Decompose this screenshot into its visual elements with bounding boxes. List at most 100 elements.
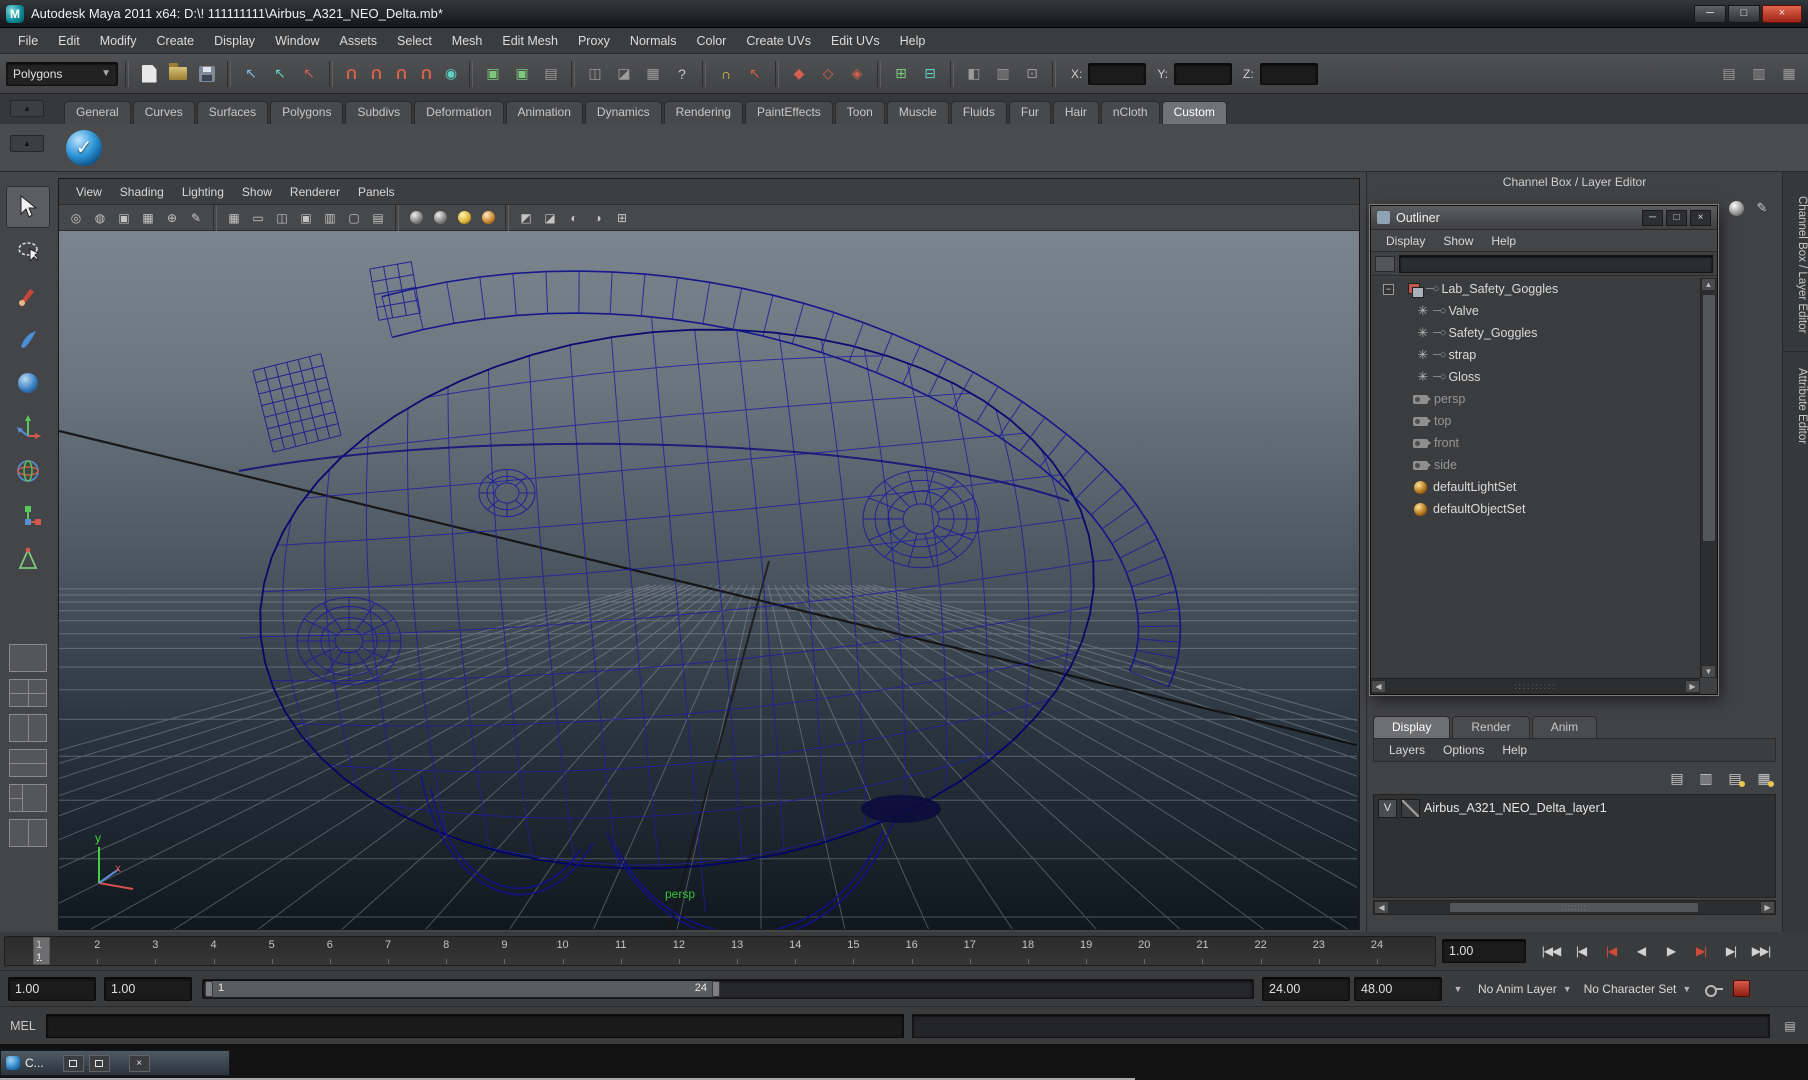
select-object-icon[interactable]: ↖ — [267, 61, 293, 87]
lasso-tool[interactable] — [6, 230, 50, 272]
menu-window[interactable]: Window — [265, 34, 329, 48]
render-view-icon[interactable]: ◫ — [582, 61, 608, 87]
playback-end-field[interactable]: 24.00 — [1262, 976, 1350, 1001]
shelf-tab-custom[interactable]: Custom — [1161, 101, 1227, 124]
shelf-tab-general[interactable]: General — [64, 101, 131, 124]
layer-menu-options[interactable]: Options — [1434, 743, 1493, 757]
viewport-canvas[interactable]: persp y x — [59, 231, 1359, 929]
resolution-gate-icon[interactable]: ◫ — [271, 208, 293, 228]
layout-two-pane-side-button[interactable] — [9, 714, 47, 742]
shelf-tab-hair[interactable]: Hair — [1052, 101, 1099, 124]
close-button[interactable]: × — [1762, 4, 1802, 23]
layer-menu-layers[interactable]: Layers — [1380, 743, 1434, 757]
shelf-tab-subdivs[interactable]: Subdivs — [345, 101, 413, 124]
animation-end-field[interactable]: 48.00 — [1354, 976, 1442, 1001]
shelf-tab-fluids[interactable]: Fluids — [950, 101, 1007, 124]
outliner-titlebar[interactable]: Outliner ─ □ × — [1371, 206, 1717, 230]
viewport-menu-panels[interactable]: Panels — [349, 185, 404, 199]
select-tool[interactable] — [6, 186, 50, 228]
scrollbar-thumb[interactable]: :::::::::: — [1386, 682, 1685, 691]
command-line-input[interactable] — [46, 1013, 904, 1038]
time-slider[interactable]: 1 1 2 3 4 5 6 7 8 9 10 11 12 13 14 15 16 17 18 19 20 21 22 23 2… — [4, 936, 1436, 966]
shelf-tab-animation[interactable]: Animation — [505, 101, 583, 124]
outliner-item[interactable]: ✳ Gloss — [1371, 366, 1700, 388]
camera-lock-icon[interactable]: ◍ — [89, 208, 111, 228]
layer-menu-help[interactable]: Help — [1493, 743, 1536, 757]
outliner-filter-icon[interactable] — [1375, 255, 1395, 272]
menu-proxy[interactable]: Proxy — [568, 34, 620, 48]
outliner-item-root[interactable]: − Lab_Safety_Goggles — [1371, 278, 1700, 300]
2d-pan-zoom-icon[interactable]: ⊕ — [161, 208, 183, 228]
scrollbar-thumb[interactable]: :::::::: — [1449, 902, 1699, 913]
scroll-down-icon[interactable]: ▼ — [1701, 665, 1716, 678]
outliner-item-camera[interactable]: top — [1371, 410, 1700, 432]
wireframe-mode-icon[interactable] — [405, 208, 427, 228]
safe-action-icon[interactable]: ▢ — [343, 208, 365, 228]
maximize-button[interactable]: □ — [1728, 4, 1760, 23]
xray-icon[interactable]: ◪ — [539, 208, 561, 228]
show-tool-settings-icon[interactable]: ▥ — [1746, 61, 1772, 87]
select-hierarchy-icon[interactable]: ↖ — [238, 61, 264, 87]
character-set-selector[interactable]: No Character Set ▼ — [1584, 982, 1692, 996]
shelf-tab-surfaces[interactable]: Surfaces — [196, 101, 269, 124]
move-tool[interactable] — [6, 406, 50, 448]
menu-help[interactable]: Help — [890, 34, 936, 48]
open-scene-icon[interactable] — [165, 61, 191, 87]
playback-options-icon[interactable]: ▼ — [1450, 978, 1466, 1000]
film-gate-icon[interactable]: ▭ — [247, 208, 269, 228]
safe-title-icon[interactable]: ▤ — [367, 208, 389, 228]
layer-tab-display[interactable]: Display — [1373, 716, 1451, 738]
shelf-tab-fur[interactable]: Fur — [1008, 101, 1051, 124]
shelf-collapse-button[interactable]: ▴ — [10, 135, 44, 152]
outliner-tree[interactable]: − Lab_Safety_Goggles ✳ Valve ✳ Safety_Go… — [1371, 278, 1700, 678]
sort-layers-icon[interactable]: ▤ — [1665, 767, 1689, 789]
viewport-menu-lighting[interactable]: Lighting — [173, 185, 233, 199]
show-attribute-editor-icon[interactable]: ▦ — [1776, 61, 1802, 87]
go-to-end-button[interactable]: ▶▶| — [1748, 939, 1774, 963]
help-line-icon[interactable]: ? — [669, 61, 695, 87]
outliner-maximize-button[interactable]: □ — [1666, 209, 1687, 226]
paint-effects-tool[interactable] — [6, 318, 50, 360]
menu-normals[interactable]: Normals — [620, 34, 687, 48]
exposure-icon[interactable]: ◐ — [563, 208, 585, 228]
grid-toggle-icon[interactable]: ▦ — [223, 208, 245, 228]
menu-set-selector[interactable]: Polygons ▼ — [6, 61, 118, 86]
outliner-item[interactable]: ✳ strap — [1371, 344, 1700, 366]
layout-two-pane-stacked-button[interactable] — [9, 749, 47, 777]
channel-edit-icon[interactable]: ✎ — [1752, 198, 1772, 218]
range-end-handle[interactable] — [712, 980, 720, 997]
viewport-menu-shading[interactable]: Shading — [111, 185, 173, 199]
shelf-tab-polygons[interactable]: Polygons — [270, 101, 344, 124]
range-slider-bar[interactable]: 1 24 — [205, 980, 720, 997]
new-layer-from-selected-icon[interactable]: ▦ — [1752, 767, 1776, 789]
range-start-handle[interactable] — [205, 980, 213, 997]
snap-grid-icon[interactable]: U — [340, 61, 362, 87]
layout-single-pane-button[interactable] — [9, 644, 47, 672]
anim-layer-selector[interactable]: No Anim Layer ▼ — [1478, 982, 1572, 996]
layer-horizontal-scrollbar[interactable]: ◀ :::::::: ▶ — [1373, 900, 1776, 915]
soft-mod-tool[interactable] — [6, 538, 50, 580]
lights-icon[interactable] — [477, 208, 499, 228]
playback-start-field[interactable]: 1.00 — [104, 976, 192, 1001]
snap-curve-icon[interactable]: U — [365, 61, 387, 87]
outliner-filter-input[interactable] — [1399, 254, 1713, 273]
outliner-item-set[interactable]: defaultObjectSet — [1371, 498, 1700, 520]
y-coordinate-input[interactable] — [1174, 62, 1233, 85]
isolate-select-icon[interactable]: ◩ — [515, 208, 537, 228]
shelf-tab-muscle[interactable]: Muscle — [886, 101, 949, 124]
animation-start-field[interactable]: 1.00 — [8, 976, 96, 1001]
background-window-restore-button[interactable] — [62, 1054, 84, 1072]
field-chart-icon[interactable]: ▥ — [319, 208, 341, 228]
snap-view-plane-icon[interactable]: U — [415, 61, 437, 87]
x-coordinate-input[interactable] — [1088, 62, 1147, 85]
tab-channel-box-layer-editor[interactable]: Channel Box / Layer Editor — [1783, 180, 1808, 343]
auto-keyframe-toggle[interactable] — [1733, 980, 1751, 997]
command-line-output[interactable] — [912, 1013, 1770, 1038]
image-plane-icon[interactable]: ▦ — [137, 208, 159, 228]
notebook-icon[interactable]: ▤ — [538, 61, 564, 87]
window-titlebar[interactable]: M Autodesk Maya 2011 x64: D:\! 111111111… — [0, 0, 1808, 28]
paint-select-tool[interactable] — [6, 274, 50, 316]
new-scene-icon[interactable] — [136, 61, 162, 87]
menu-edit-mesh[interactable]: Edit Mesh — [492, 34, 568, 48]
scale-tool[interactable] — [6, 494, 50, 536]
